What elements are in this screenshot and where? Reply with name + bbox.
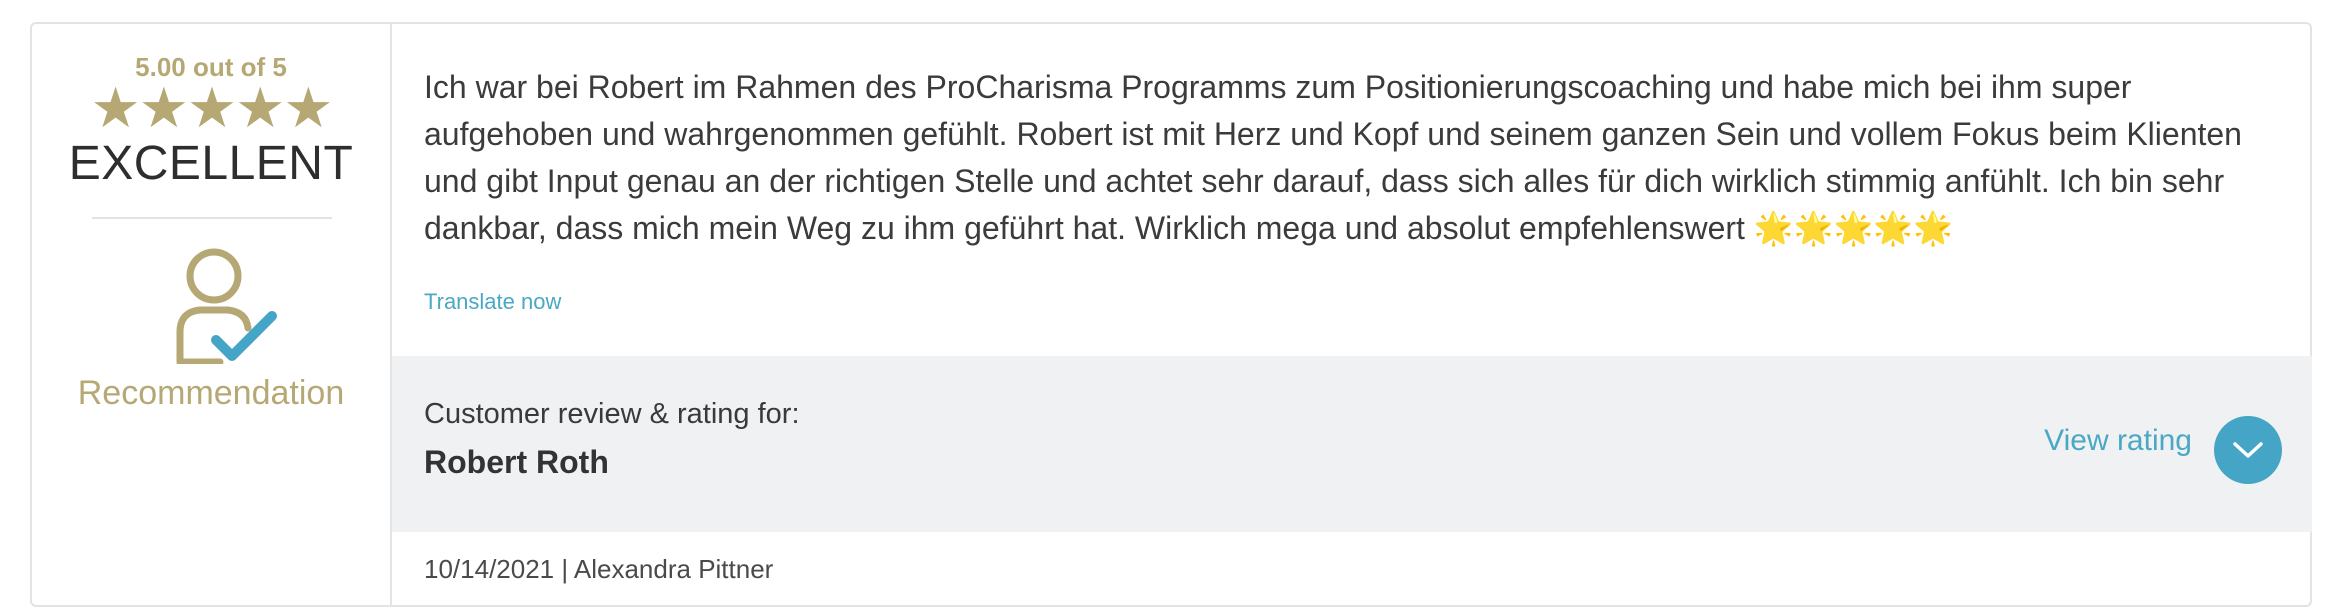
review-card: 5.00 out of 5 ★★★★★ EXCELLENT Recommenda… bbox=[30, 22, 2312, 607]
chevron-down-icon bbox=[2233, 442, 2263, 458]
divider bbox=[92, 217, 332, 219]
review-text: Ich war bei Robert im Rahmen des ProChar… bbox=[424, 69, 2242, 246]
star-icon: ★ bbox=[235, 76, 285, 139]
person-check-icon bbox=[176, 248, 277, 364]
rating-word: EXCELLENT bbox=[68, 137, 354, 190]
expand-rating-button[interactable] bbox=[2214, 416, 2282, 484]
rating-summary-panel: 5.00 out of 5 ★★★★★ EXCELLENT Recommenda… bbox=[32, 24, 392, 605]
star-icon: ★ bbox=[186, 76, 237, 139]
reviewed-name: Robert Roth bbox=[424, 444, 609, 480]
star-icon: ★ bbox=[138, 76, 189, 139]
star-icon: ★ bbox=[90, 76, 140, 139]
recommendation-label: Recommendation bbox=[77, 374, 345, 412]
translate-link[interactable]: Translate now bbox=[424, 289, 561, 315]
review-date-author: 10/14/2021 | Alexandra Pittner bbox=[424, 554, 774, 584]
view-rating-link[interactable]: View rating bbox=[2044, 424, 2192, 458]
review-for-caption: Customer review & rating for: bbox=[424, 398, 800, 430]
star-rating: ★★★★★ bbox=[32, 80, 390, 136]
reviewed-entity-band: Customer review & rating for: Robert Rot… bbox=[392, 356, 2312, 532]
star-icon: ★ bbox=[283, 76, 333, 139]
